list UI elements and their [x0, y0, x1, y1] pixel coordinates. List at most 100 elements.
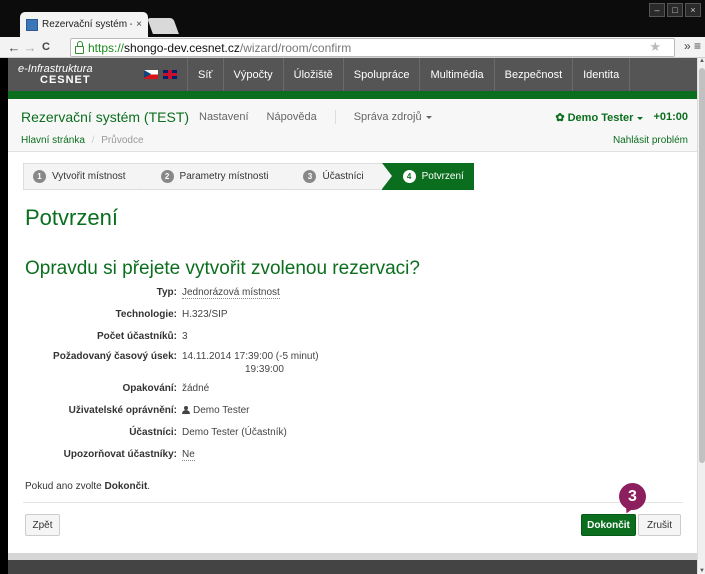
detail-value: 14.11.2014 17:39:00 (-5 minut)	[182, 351, 319, 362]
detail-row-count: Počet účastníků: 3	[8, 331, 188, 342]
bookmark-star-icon[interactable]: ★	[649, 39, 661, 55]
page-viewport: e-Infrastruktura CESNET Síť Výpočty Úlož…	[8, 58, 697, 574]
browser-titlebar: Rezervační systém - Prův × – □ ×	[0, 0, 705, 37]
detail-row-repeat: Opakování: žádné	[8, 383, 210, 394]
detail-label: Technologie:	[115, 309, 177, 320]
menu-item-settings[interactable]: Nastavení	[199, 111, 249, 124]
confirm-question: Opravdu si přejete vytvořit zvolenou rez…	[25, 258, 420, 279]
breadcrumb: Hlavní stránka / Průvodce	[21, 135, 144, 146]
wizard-step-3[interactable]: 3 Účastníci	[282, 163, 392, 190]
wizard-step-2[interactable]: 2 Parametry místnosti	[139, 163, 293, 190]
einfra-item-bezpecnost[interactable]: Bezpečnost	[493, 58, 572, 91]
detail-label: Upozorňovat účastníky:	[63, 449, 177, 460]
step-label: Vytvořit místnost	[52, 171, 126, 182]
detail-row-type: Typ: Jednorázová místnost	[8, 287, 280, 299]
step-number: 2	[160, 170, 174, 183]
detail-value: 3	[182, 331, 188, 342]
app-menu: Nastavení Nápověda Správa zdrojů	[199, 110, 432, 124]
page-title: Potvrzení	[25, 205, 118, 230]
annotation-badge: 3	[619, 483, 646, 510]
wizard-step-1[interactable]: 1 Vytvořit místnost	[23, 163, 150, 190]
forward-arrow-icon[interactable]: →	[22, 40, 38, 55]
czech-flag-icon[interactable]	[144, 70, 158, 79]
new-tab-button[interactable]	[147, 18, 179, 34]
chevron-down-icon	[637, 116, 644, 120]
detail-value[interactable]: Ne	[182, 449, 195, 461]
lock-icon	[75, 40, 84, 54]
close-window-button[interactable]: ×	[685, 3, 701, 17]
app-brand[interactable]: Rezervační systém (TEST)	[21, 109, 189, 125]
scroll-up-icon[interactable]: ▲	[698, 58, 705, 64]
chevron-down-icon	[425, 115, 432, 119]
detail-value[interactable]: Jednorázová místnost	[182, 287, 280, 299]
url-path: /wizard/room/confirm	[239, 40, 352, 55]
einfra-item-multimedia[interactable]: Multimédia	[419, 58, 493, 91]
report-problem-link[interactable]: Nahlásit problém	[613, 135, 688, 146]
menu-item-resources[interactable]: Správa zdrojů	[354, 111, 432, 124]
minimize-button[interactable]: –	[649, 3, 665, 17]
cancel-button[interactable]: Zrušit	[638, 514, 681, 536]
detail-value: žádné	[182, 383, 210, 394]
step-label: Účastníci	[322, 171, 364, 182]
page-scrollbar[interactable]: ▲ ▼	[697, 58, 705, 574]
timezone-indicator[interactable]: +01:00	[653, 111, 688, 124]
detail-value: Demo Tester (Účastník)	[182, 427, 287, 438]
breadcrumb-current: Průvodce	[101, 135, 144, 146]
browser-tab[interactable]: Rezervační systém - Prův ×	[20, 12, 148, 37]
favicon-icon	[26, 18, 38, 31]
einfra-item-identita[interactable]: Identita	[572, 58, 631, 91]
einfra-item-uloziste[interactable]: Úložiště	[282, 58, 343, 91]
reload-icon[interactable]: C	[38, 41, 54, 53]
back-button[interactable]: Zpět	[25, 514, 60, 536]
user-menu: ✿ Demo Tester +01:00	[555, 111, 688, 124]
detail-label: Počet účastníků:	[96, 331, 177, 342]
browser-toolbar: ← → C https:// shongo-dev.cesnet.cz /wiz…	[0, 37, 705, 58]
address-bar[interactable]: https:// shongo-dev.cesnet.cz /wizard/ro…	[70, 38, 675, 57]
tab-close-icon[interactable]: ×	[136, 19, 142, 30]
tab-title: Rezervační systém - Prův	[42, 19, 132, 30]
confirm-hint: Pokud ano zvolte Dokončit.	[25, 481, 151, 492]
url-scheme: https://	[88, 40, 125, 55]
divider	[23, 502, 683, 503]
einfra-item-spoluprace[interactable]: Spolupráce	[342, 58, 420, 91]
language-switcher	[144, 70, 177, 79]
step-label: Potvrzení	[421, 171, 464, 182]
breadcrumb-separator: /	[91, 135, 95, 146]
detail-value: 19:39:00	[245, 364, 284, 375]
detail-slot-end: 19:39:00	[245, 364, 284, 375]
detail-value: Demo Tester	[182, 405, 250, 416]
einfra-item-sit[interactable]: Síť	[187, 58, 223, 91]
detail-row-slot: Požadovaný časový úsek: 14.11.2014 17:39…	[8, 351, 319, 362]
einfra-topbar: e-Infrastruktura CESNET Síť Výpočty Úlož…	[8, 58, 697, 91]
maximize-button[interactable]: □	[667, 3, 683, 17]
user-icon	[182, 406, 190, 414]
back-arrow-icon[interactable]: ←	[6, 40, 22, 55]
detail-label: Uživatelské oprávnění:	[68, 405, 177, 416]
url-host: shongo-dev.cesnet.cz	[124, 40, 240, 55]
page-footer-dark	[8, 560, 697, 574]
detail-label: Opakování:	[122, 383, 177, 394]
uk-flag-icon[interactable]	[163, 70, 177, 79]
green-accent-bar	[8, 91, 697, 99]
app-navbar: Rezervační systém (TEST) Nastavení Nápov…	[8, 99, 697, 152]
scroll-thumb[interactable]	[699, 68, 705, 463]
detail-value: H.323/SIP	[182, 309, 228, 320]
detail-row-notify: Upozorňovat účastníky: Ne	[8, 449, 195, 461]
breadcrumb-home-link[interactable]: Hlavní stránka	[21, 135, 85, 146]
wizard-step-4[interactable]: 4 Potvrzení	[381, 163, 474, 190]
einfra-nav: Síť Výpočty Úložiště Spolupráce Multiméd…	[187, 58, 631, 91]
detail-label: Účastníci:	[129, 427, 177, 438]
detail-row-participants: Účastníci: Demo Tester (Účastník)	[8, 427, 287, 438]
einfra-item-vypocty[interactable]: Výpočty	[222, 58, 283, 91]
cesnet-logo[interactable]: e-Infrastruktura CESNET	[8, 63, 128, 86]
step-number: 3	[303, 170, 317, 183]
menu-divider	[334, 110, 336, 124]
menu-icon[interactable]: » ≡	[684, 39, 701, 53]
step-label: Parametry místnosti	[179, 171, 269, 182]
scroll-down-icon[interactable]: ▼	[698, 568, 705, 574]
finish-button[interactable]: Dokončit	[581, 514, 636, 536]
wizard-steps: 1 Vytvořit místnost 2 Parametry místnost…	[23, 163, 474, 190]
user-dropdown[interactable]: ✿ Demo Tester	[555, 111, 644, 124]
menu-item-help[interactable]: Nápověda	[267, 111, 317, 124]
step-number: 4	[402, 170, 416, 183]
